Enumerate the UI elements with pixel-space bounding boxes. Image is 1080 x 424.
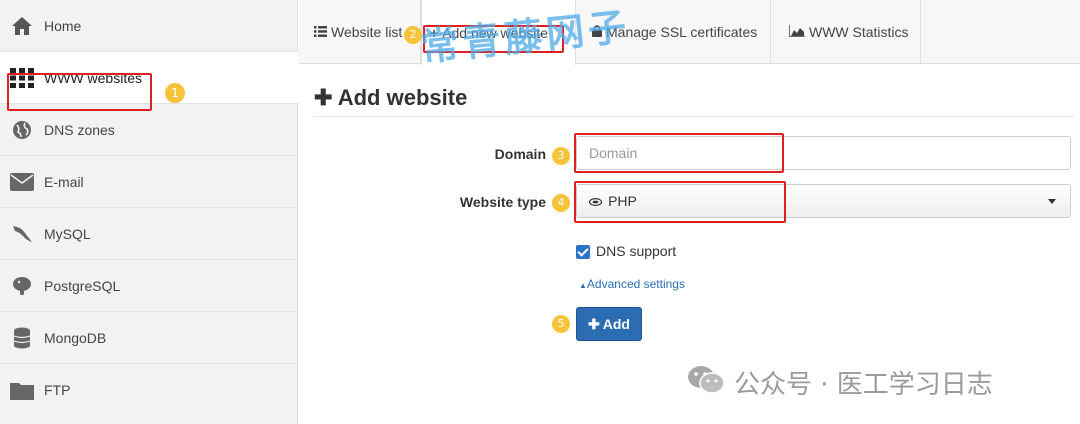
domain-label: Domain	[494, 146, 546, 162]
highlight-box	[574, 133, 784, 173]
globe-icon	[10, 118, 34, 142]
wechat-icon	[686, 363, 726, 402]
sidebar-item-mysql[interactable]: MySQL	[0, 208, 298, 260]
home-icon	[10, 14, 34, 38]
step-marker: 5	[552, 315, 570, 333]
divider	[314, 116, 1074, 117]
step-marker: 4	[552, 194, 570, 212]
sidebar-item-email[interactable]: E-mail	[0, 156, 298, 208]
database-icon	[10, 326, 34, 350]
tab-www-statistics[interactable]: WWW Statistics	[771, 0, 921, 64]
sidebar: Home WWW websites DNS zones E-mail MySQL…	[0, 0, 298, 424]
folder-icon	[10, 378, 34, 402]
sidebar-item-label: MySQL	[44, 226, 91, 242]
sidebar-item-label: FTP	[44, 382, 71, 398]
plus-icon: ✚	[588, 315, 600, 332]
sidebar-item-mongodb[interactable]: MongoDB	[0, 312, 298, 364]
dns-support-checkbox[interactable]	[576, 245, 590, 259]
tab-website-list[interactable]: Website list	[299, 0, 421, 64]
footer-watermark: 公众号 · 医工学习日志	[686, 363, 993, 402]
list-icon	[314, 24, 327, 40]
dns-support-label: DNS support	[596, 243, 677, 259]
step-marker: 1	[165, 83, 185, 103]
chevron-down-icon	[1048, 199, 1056, 204]
sidebar-item-label: MongoDB	[44, 330, 107, 346]
active-pointer	[290, 82, 299, 102]
sidebar-item-label: Home	[44, 18, 82, 34]
sidebar-item-home[interactable]: Home	[0, 0, 298, 52]
caret-up-icon: ▲	[579, 281, 587, 290]
step-marker: 3	[552, 147, 570, 165]
advanced-settings-link[interactable]: ▲Advanced settings	[579, 277, 685, 291]
highlight-box	[574, 181, 786, 223]
app-root: Home WWW websites DNS zones E-mail MySQL…	[0, 0, 1080, 424]
sidebar-item-label: PostgreSQL	[44, 278, 121, 294]
plus-icon: ✚	[314, 85, 338, 110]
sidebar-item-dns-zones[interactable]: DNS zones	[0, 104, 298, 156]
website-type-label: Website type	[459, 194, 546, 210]
sidebar-item-ftp[interactable]: FTP	[0, 364, 298, 424]
envelope-icon	[10, 170, 34, 194]
sidebar-item-postgresql[interactable]: PostgreSQL	[0, 260, 298, 312]
elephant-icon	[10, 274, 34, 298]
tab-label: WWW Statistics	[809, 24, 909, 40]
area-chart-icon	[788, 24, 805, 40]
tab-label: Website list	[331, 24, 403, 40]
dolphin-icon	[10, 222, 34, 246]
page-title: ✚ Add website	[314, 85, 468, 110]
sidebar-item-label: DNS zones	[44, 122, 115, 138]
highlight-box	[7, 73, 152, 111]
add-button[interactable]: ✚ Add	[576, 307, 642, 341]
sidebar-item-label: E-mail	[44, 174, 84, 190]
